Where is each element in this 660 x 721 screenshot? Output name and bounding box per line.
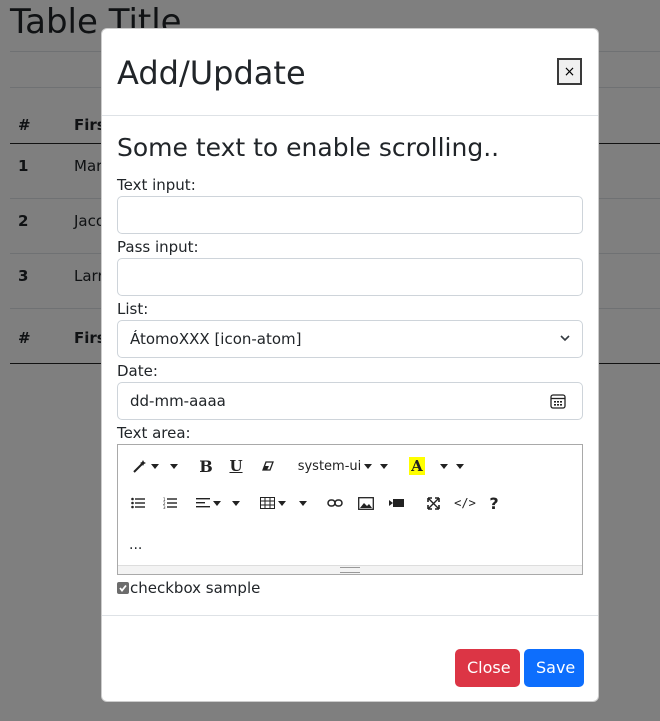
chevron-down-icon	[560, 335, 570, 342]
text-input-label: Text input:	[117, 176, 196, 194]
editor-resize-handle[interactable]	[118, 565, 582, 574]
underline-icon[interactable]: U	[228, 455, 244, 477]
modal-heading: Some text to enable scrolling..	[117, 133, 500, 162]
eraser-icon[interactable]	[260, 455, 276, 477]
date-label: Date:	[117, 362, 158, 380]
list-selected-value: ÁtomoXXX [icon-atom]	[130, 330, 302, 348]
checkbox-sample[interactable]: checkbox sample	[117, 578, 260, 598]
modal-footer: Close Save	[102, 615, 598, 702]
modal-header: Add/Update ×	[102, 29, 598, 116]
bold-icon[interactable]: B	[198, 455, 214, 477]
save-button[interactable]: Save	[524, 649, 584, 687]
help-icon[interactable]: ?	[486, 492, 502, 514]
checkbox-checked-icon[interactable]	[117, 582, 129, 594]
rich-text-editor: B U system-ui A 1 2 3 </> ? ...	[117, 444, 583, 575]
video-icon[interactable]	[388, 492, 406, 514]
align-icon[interactable]	[193, 492, 223, 514]
code-view-icon[interactable]: </>	[454, 492, 476, 514]
align-dropdown-caret[interactable]	[228, 492, 240, 514]
fullscreen-icon[interactable]	[425, 492, 441, 514]
magic-wand-icon	[132, 460, 146, 473]
font-name: system-ui	[297, 458, 362, 474]
image-icon[interactable]	[357, 492, 375, 514]
font-family-dropdown[interactable]: system-ui	[296, 455, 374, 477]
date-input[interactable]: dd-mm-aaaa	[117, 382, 583, 420]
password-input[interactable]	[117, 258, 583, 296]
date-placeholder: dd-mm-aaaa	[130, 392, 226, 410]
text-input[interactable]	[117, 196, 583, 234]
checkbox-label: checkbox sample	[130, 579, 261, 597]
list-select[interactable]: ÁtomoXXX [icon-atom]	[117, 320, 583, 358]
font-dropdown-caret[interactable]	[376, 455, 388, 477]
text-area-label: Text area:	[117, 424, 191, 442]
calendar-icon[interactable]	[550, 393, 566, 409]
list-label: List:	[117, 300, 149, 318]
editor-toolbar-row: 123 </> ?	[118, 492, 582, 514]
bullet-list-icon[interactable]	[130, 492, 146, 514]
color-more-caret[interactable]	[452, 455, 464, 477]
svg-text:3: 3	[163, 505, 166, 509]
color-dropdown-caret[interactable]	[436, 455, 448, 477]
close-button[interactable]: Close	[455, 649, 520, 687]
modal-title: Add/Update	[117, 54, 306, 92]
editor-toolbar-row: B U system-ui A	[118, 455, 582, 477]
table-icon[interactable]	[258, 492, 288, 514]
add-update-modal: Add/Update × Some text to enable scrolli…	[101, 28, 599, 702]
table-dropdown-caret[interactable]	[295, 492, 307, 514]
text-color-icon[interactable]: A	[408, 455, 426, 477]
style-dropdown-caret[interactable]	[166, 455, 178, 477]
numbered-list-icon[interactable]: 123	[162, 492, 178, 514]
magic-style-button[interactable]	[128, 455, 162, 477]
editor-content[interactable]: ...	[129, 536, 142, 554]
pass-input-label: Pass input:	[117, 238, 199, 256]
close-icon-button[interactable]: ×	[557, 58, 582, 85]
link-icon[interactable]	[326, 492, 344, 514]
